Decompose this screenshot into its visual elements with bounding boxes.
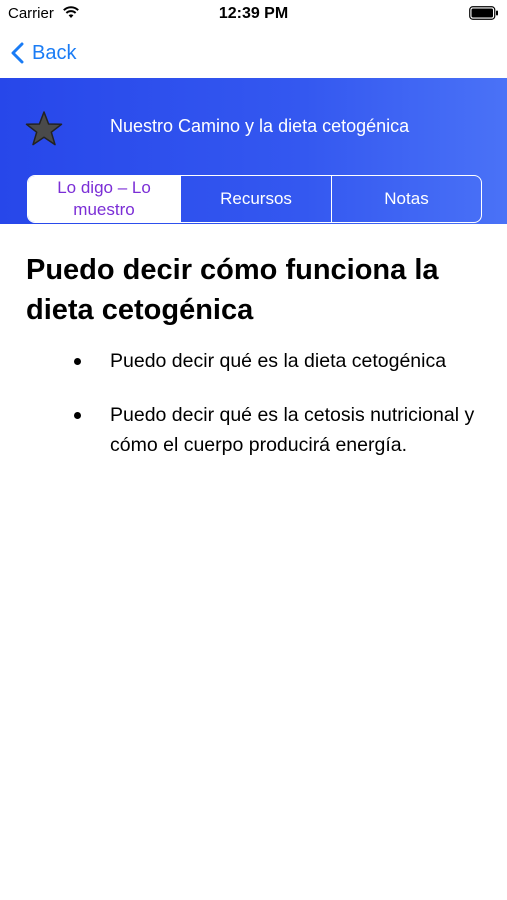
content-title: Puedo decir cómo funciona la dieta cetog… <box>26 254 439 326</box>
list-item: Puedo decir qué es la dieta cetogénica <box>26 346 486 376</box>
header-title: Nuestro Camino y la dieta cetogénica <box>110 116 410 136</box>
status-time: 12:39 PM <box>218 5 289 22</box>
bullet-dot <box>74 412 81 419</box>
status-bar: Carrier 12:39 PM <box>0 0 507 30</box>
tab-lo-digo[interactable]: Lo digo – Lo muestro <box>28 176 180 222</box>
segmented-control: Lo digo – Lo muestro Recursos Notas <box>27 175 482 223</box>
content-area: Puedo decir cómo funciona la dieta cetog… <box>26 250 486 484</box>
bullet-text: Puedo decir qué es la dieta cetogénica <box>110 350 447 372</box>
back-button[interactable]: Back <box>10 38 76 68</box>
bullet-list: Puedo decir qué es la dieta cetogénica P… <box>26 346 486 460</box>
bullet-dot <box>74 358 81 365</box>
nav-bar: Back <box>0 30 507 78</box>
star-icon[interactable] <box>24 110 64 148</box>
chevron-left-icon <box>11 42 24 64</box>
battery-icon <box>469 6 498 20</box>
header-banner: Nuestro Camino y la dieta cetogénica Lo … <box>0 78 507 224</box>
tab-recursos[interactable]: Recursos <box>180 176 331 222</box>
bullet-text: Puedo decir qué es la cetosis nutriciona… <box>110 404 475 456</box>
tab-notas[interactable]: Notas <box>331 176 481 222</box>
list-item: Puedo decir qué es la cetosis nutriciona… <box>26 400 486 460</box>
back-label: Back <box>32 41 77 64</box>
